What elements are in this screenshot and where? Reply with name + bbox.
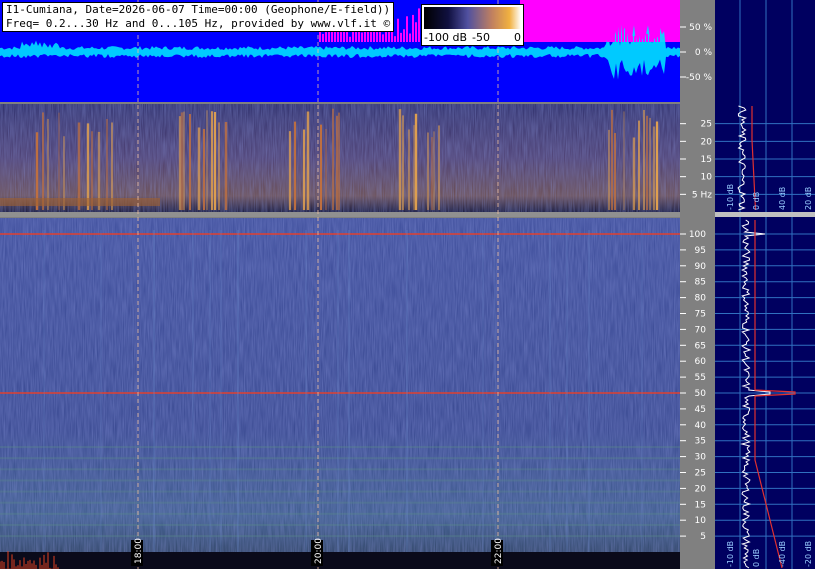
spectrum-x-label-high: -10 dB: [726, 541, 735, 567]
spectrogram-high-tick-label: 10: [695, 516, 707, 526]
colorbar-label-min: -100 dB: [424, 31, 467, 44]
panel-separator: [0, 212, 680, 217]
spectrum-x-label-high: -20 dB: [804, 541, 813, 567]
spectrogram-high-tick-label: 70: [695, 325, 707, 335]
spectrogram-high-tick-label: 65: [695, 341, 706, 351]
spectrogram-high-band: [0, 468, 680, 471]
header-line-2: Freq= 0.2...30 Hz and 0...105 Hz, provid…: [6, 17, 391, 30]
spectrum-x-label-low: 0 dB: [752, 192, 761, 210]
spectrogram-low-tick-label: 10: [701, 173, 713, 183]
time-label: 20:00: [314, 538, 324, 564]
spectrogram-high-tick-label: 30: [695, 453, 707, 463]
spectrum-separator: [715, 212, 815, 217]
spectrogram-high-tick-label: 80: [695, 294, 707, 304]
amplitude-tick-label: 50 %: [689, 23, 712, 33]
spectrogram-high-tick-label: 25: [695, 469, 706, 479]
spectrogram-high-band: [0, 457, 680, 460]
vlf-station-display: 18:00 20:00 22:00 50 % 0 % -50 % 25 20 15 10 5 Hz…: [0, 0, 815, 569]
colorbar: -100 dB -50 0: [421, 4, 524, 46]
spectrogram-low-tick-label: 15: [701, 155, 712, 165]
spectrogram-low-tick-label: 20: [701, 137, 713, 147]
spectrogram-high-tick-label: 75: [695, 310, 706, 320]
spectrogram-high-tick-label: 60: [695, 357, 707, 367]
spectrum-panel: [715, 0, 815, 569]
spectrum-x-label-low: 20 dB: [804, 187, 813, 210]
spectrogram-high-band: [0, 490, 680, 493]
spectrum-x-label-high: 0 dB: [752, 549, 761, 567]
spectrogram-high-tick-label: 40: [695, 421, 707, 431]
spectrogram-low-noise: [0, 104, 680, 212]
spectrogram-high-tick-label: 55: [695, 373, 706, 383]
colorbar-label-mid: -50: [472, 31, 490, 44]
spectrogram-high-tick-label: 85: [695, 278, 706, 288]
spectrogram-high-tick-label: 20: [695, 484, 707, 494]
spectrogram-low-band: [0, 198, 160, 206]
spectrogram-high-tick-label: 35: [695, 437, 706, 447]
spectrum-x-label-high: -40 dB: [778, 541, 787, 567]
spectrogram-high-tick-label: 15: [695, 500, 706, 510]
spectrogram-high-tick-label: 5: [700, 532, 706, 542]
amplitude-tick-label: -50 %: [686, 73, 713, 83]
colorbar-gradient: [424, 7, 521, 29]
time-label: 22:00: [494, 538, 504, 564]
time-label: 18:00: [134, 538, 144, 564]
spectrogram-high-band: [0, 501, 680, 504]
spectrogram-high-tick-label: 100: [689, 230, 706, 240]
spectrogram-high-band: [0, 512, 680, 515]
spectrogram-high-tick-label: 50: [695, 389, 707, 399]
spectrogram-high-band: [0, 535, 680, 538]
header-line-1: I1-Cumiana, Date=2026-06-07 Time=00:00 (…: [6, 3, 391, 16]
spectrogram-high-tick-label: 45: [695, 405, 706, 415]
spectrogram-high-tick-label: 90: [695, 262, 707, 272]
spectrogram-plot: 18:00 20:00 22:00 50 % 0 % -50 % 25 20 15 10 5 Hz…: [0, 0, 815, 569]
spectrum-x-label-low: 40 dB: [778, 187, 787, 210]
spectrogram-high-band: [0, 446, 680, 449]
spectrogram-high-band: [0, 523, 680, 526]
spectrogram-high-band: [0, 479, 680, 482]
colorbar-label-max: 0: [514, 31, 521, 44]
spectrogram-high-floor: [0, 552, 680, 569]
amplitude-tick-label: 0 %: [695, 48, 713, 58]
spectrogram-low-tick-label: 5 Hz: [692, 190, 712, 200]
spectrogram-high-tick-label: 95: [695, 246, 706, 256]
spectrum-x-label-low: -10 dB: [726, 184, 735, 210]
spectrogram-low-tick-label: 25: [701, 120, 712, 130]
header-info: I1-Cumiana, Date=2026-06-07 Time=00:00 (…: [2, 2, 395, 32]
